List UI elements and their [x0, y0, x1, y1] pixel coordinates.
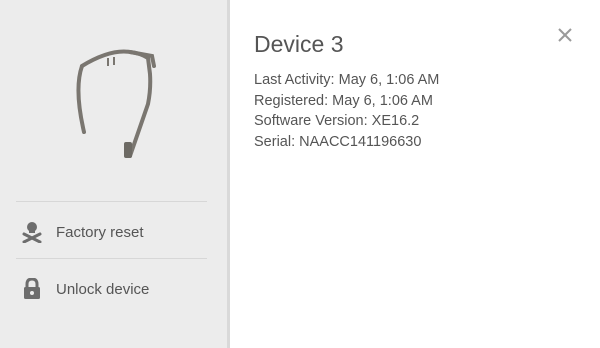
skull-crossbones-icon [20, 220, 44, 244]
registered-text: Registered: May 6, 1:06 AM [254, 92, 433, 109]
unlock-device-label: Unlock device [56, 280, 150, 298]
close-icon[interactable] [557, 27, 573, 43]
device-title: Device 3 [254, 31, 344, 57]
sidebar-divider [16, 201, 207, 202]
sidebar: Factory reset Unlock device [0, 0, 227, 348]
last-activity-text: Last Activity: May 6, 1:06 AM [254, 72, 440, 88]
sidebar-divider [16, 258, 207, 259]
glass-frame-icon [76, 49, 156, 158]
factory-reset-label: Factory reset [56, 223, 144, 241]
panel-divider [227, 0, 230, 348]
unlock-device-button[interactable]: Unlock device [20, 274, 210, 304]
lock-icon [20, 277, 44, 301]
device-details-panel: Device 3 Last Activity: May 6, 1:06 AM R… [254, 0, 600, 348]
device-details: Last Activity: May 6, 1:06 AM Registered… [254, 70, 439, 152]
software-version-text: Software Version: XE16.2 [254, 113, 420, 129]
serial-text: Serial: NAACC141196630 [254, 133, 422, 150]
factory-reset-button[interactable]: Factory reset [20, 217, 210, 247]
